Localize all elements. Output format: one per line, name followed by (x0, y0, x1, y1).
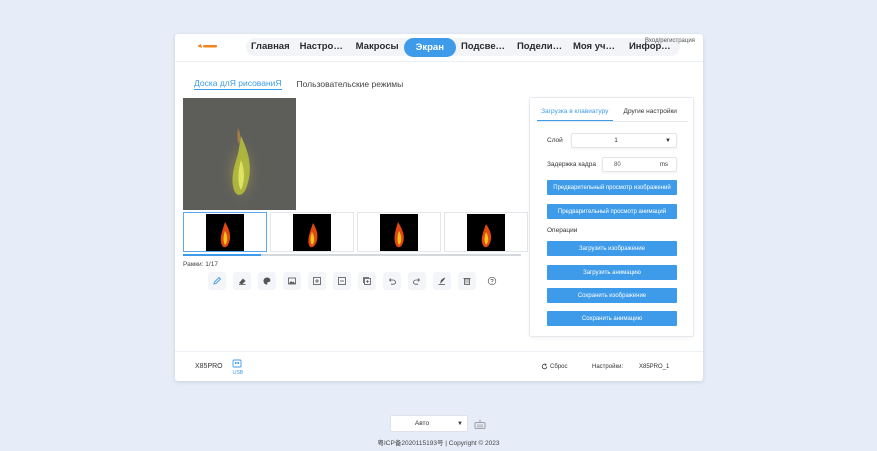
frame-strip (183, 212, 528, 252)
pencil-icon (213, 276, 222, 285)
load-animation-button[interactable]: Загрузить анимацию (547, 265, 677, 280)
preview-animations-button[interactable]: Предварительный просмотр анимаций (547, 204, 677, 219)
image-icon (288, 277, 296, 285)
layer-label: Слой (547, 137, 563, 144)
device-model: X85PRO (195, 363, 223, 370)
frame-thumbnail[interactable] (183, 212, 267, 252)
tab-other-settings[interactable]: Другие настройки (613, 104, 689, 121)
nav-item-settings[interactable]: Настройки (295, 38, 351, 56)
add-frame-tool[interactable] (308, 272, 326, 290)
redo-icon (413, 278, 421, 285)
usb-label: USB (232, 370, 244, 376)
save-animation-button[interactable]: Сохранить анимацию (547, 311, 677, 326)
settings-profile[interactable]: X85PRO_1 (639, 364, 669, 370)
fill-icon (438, 277, 445, 285)
redo-tool[interactable] (408, 272, 426, 290)
nav-item-home[interactable]: Главная (246, 38, 295, 56)
load-image-button[interactable]: Загрузить изображение (547, 241, 677, 256)
tab-draw-board[interactable]: Доска длЯ рисованиЯ (194, 78, 282, 90)
remove-frame-tool[interactable] (333, 272, 351, 290)
flame-thumbnail-image (293, 214, 331, 251)
caret-down-icon: ▼ (665, 137, 671, 144)
trash-icon (463, 278, 471, 285)
copy-frame-icon (363, 277, 371, 285)
frame-thumbnail[interactable] (444, 212, 528, 252)
save-image-button[interactable]: Сохранить изображение (547, 288, 677, 303)
panel-tabs: Загрузка в клавиатуру Другие настройки (537, 104, 688, 122)
logo-icon[interactable] (196, 43, 218, 49)
remove-frame-icon (338, 277, 346, 285)
frame-scrollbar[interactable] (183, 254, 521, 256)
header: Главная Настройки Макросы Экран Подсветк… (175, 34, 703, 62)
main-nav: Главная Настройки Макросы Экран Подсветк… (246, 37, 680, 57)
keyboard-icon[interactable] (474, 419, 486, 429)
main-card: Главная Настройки Макросы Экран Подсветк… (175, 34, 703, 381)
drawing-canvas[interactable] (183, 98, 296, 210)
reset-label: Сброс (550, 363, 568, 370)
undo-icon (388, 278, 396, 285)
eraser-tool[interactable] (233, 272, 251, 290)
subtabs: Доска длЯ рисованиЯ Пользовательские реж… (194, 78, 403, 90)
nav-item-lighting[interactable]: Подсветка (456, 38, 512, 56)
help-icon (487, 276, 497, 286)
frame-delay-label: Задержка кадра (547, 161, 596, 168)
frame-thumbnail[interactable] (270, 212, 354, 252)
settings-panel: Загрузка в клавиатуру Другие настройки С… (529, 97, 694, 337)
nav-item-screen[interactable]: Экран (403, 37, 456, 57)
card-footer: X85PRO USB Сброс Настройки: X85PRO_1 (175, 351, 703, 381)
copy-frame-tool[interactable] (358, 272, 376, 290)
mode-select-value: Авто (414, 420, 430, 427)
frame-delay-value: 80 (614, 161, 621, 168)
flame-preview-image (219, 128, 263, 208)
nav-item-account[interactable]: Моя учетная запись (568, 38, 624, 56)
frame-delay-unit: ms (660, 161, 668, 168)
flame-thumbnail-image (467, 214, 505, 251)
copyright: 粤ICP备2020115193号 | Copyright © 2023 (377, 440, 500, 447)
nav-item-macros[interactable]: Макросы (351, 38, 404, 56)
help-tool[interactable] (483, 272, 501, 290)
settings-label: Настройки: (592, 364, 624, 370)
frame-scrollbar-thumb[interactable] (183, 254, 261, 256)
frame-thumbnail[interactable] (357, 212, 441, 252)
caret-down-icon: ▼ (457, 420, 463, 427)
layer-select[interactable]: 1 ▼ (571, 133, 677, 148)
palette-icon (263, 277, 271, 285)
flame-thumbnail-image (380, 214, 418, 251)
flame-thumbnail-image (206, 214, 244, 251)
image-tool[interactable] (283, 272, 301, 290)
tab-upload-keyboard[interactable]: Загрузка в клавиатуру (537, 104, 613, 121)
palette-tool[interactable] (258, 272, 276, 290)
operations-label: Операции (547, 227, 578, 234)
frame-delay-input[interactable]: 80 ms (602, 157, 677, 172)
preview-images-button[interactable]: Предварительный просмотр изображений (547, 180, 677, 195)
login-link[interactable]: Вход/регистрация (645, 38, 695, 44)
undo-tool[interactable] (383, 272, 401, 290)
eraser-icon (239, 278, 246, 285)
fill-tool[interactable] (433, 272, 451, 290)
drawing-toolbar (208, 272, 501, 290)
add-frame-icon (313, 277, 321, 285)
tab-custom-modes[interactable]: Пользовательские режимы (297, 79, 404, 89)
nav-item-share[interactable]: Поделиться (512, 38, 568, 56)
refresh-icon (541, 363, 548, 370)
pencil-tool[interactable] (208, 272, 226, 290)
trash-tool[interactable] (458, 272, 476, 290)
mode-select[interactable]: Авто ▼ (390, 415, 468, 432)
frame-count: Рамки: 1/17 (183, 261, 218, 268)
layer-select-value: 1 (614, 137, 618, 144)
reset-button[interactable]: Сброс (541, 363, 567, 370)
